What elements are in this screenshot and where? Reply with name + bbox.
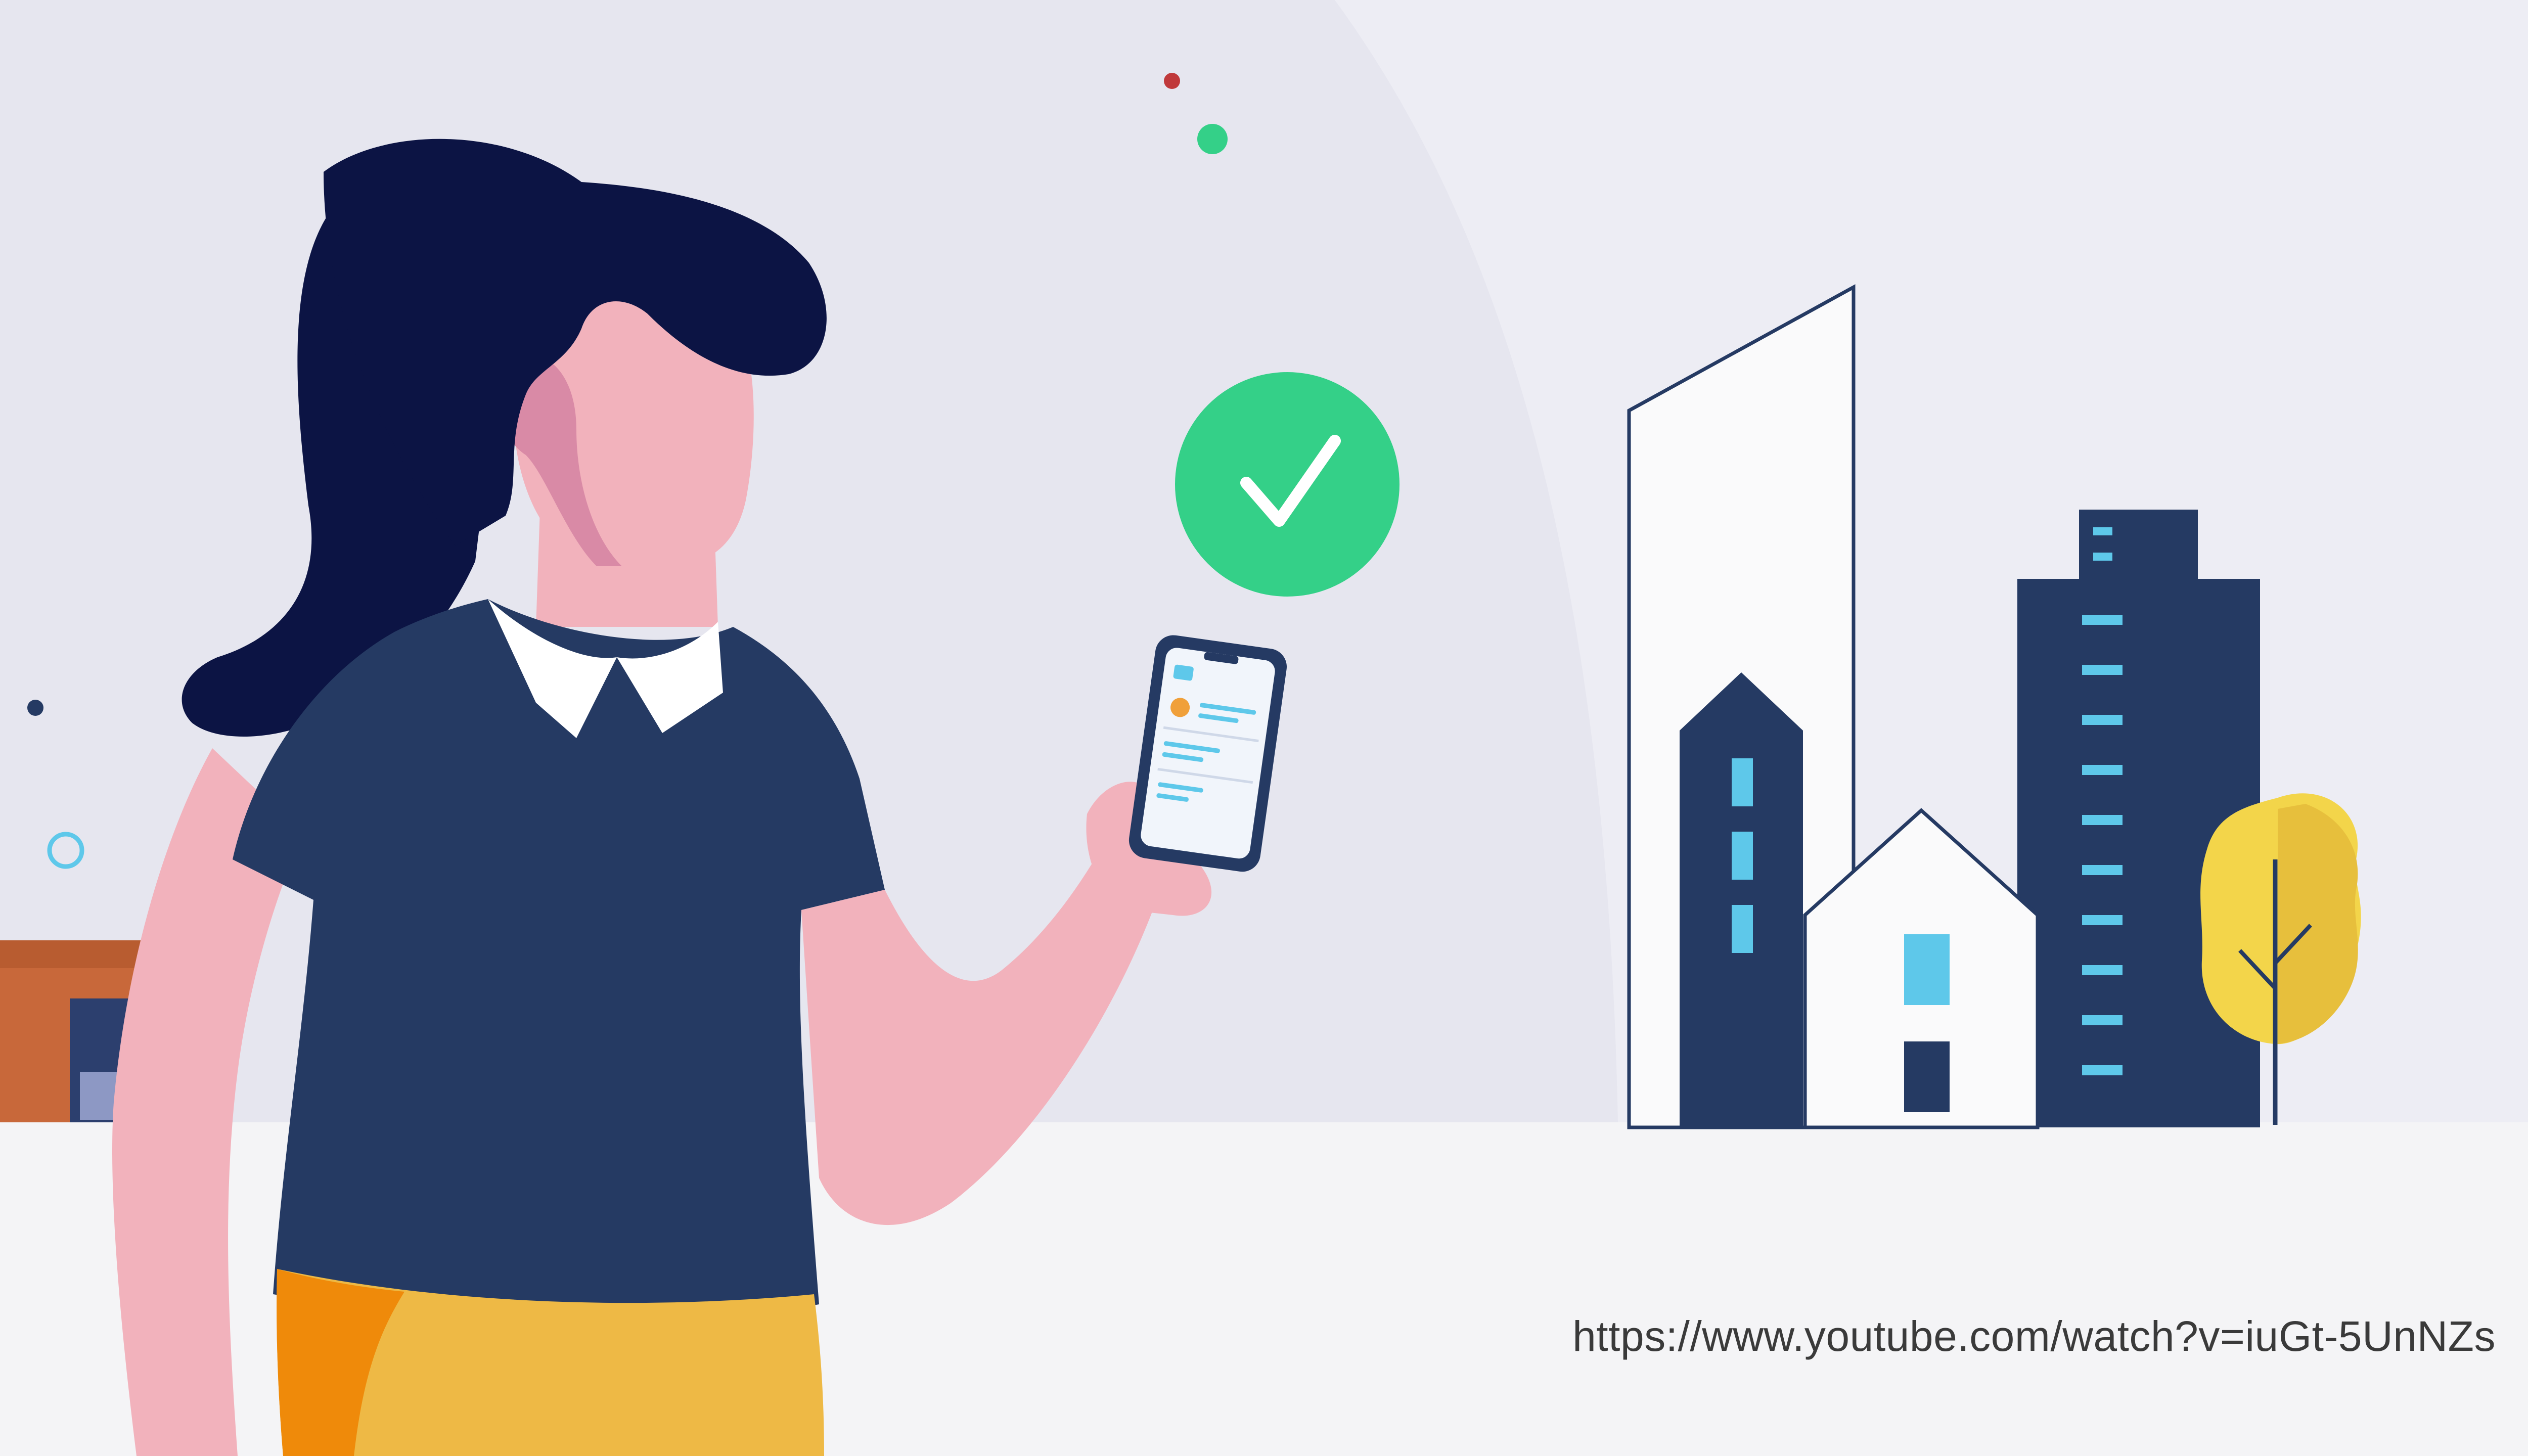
navy-tower [1680, 672, 1803, 1127]
green-dot [1197, 124, 1228, 154]
check-circle-icon [1175, 372, 1400, 597]
red-dot [1164, 73, 1180, 89]
illustration [0, 0, 2528, 1456]
skyscraper [2017, 510, 2260, 1127]
slide: https://www.youtube.com/watch?v=iuGt-5Un… [0, 0, 2528, 1456]
source-url-caption: https://www.youtube.com/watch?v=iuGt-5Un… [1572, 1312, 2496, 1360]
city [1627, 284, 2361, 1129]
navy-dot [27, 700, 43, 716]
